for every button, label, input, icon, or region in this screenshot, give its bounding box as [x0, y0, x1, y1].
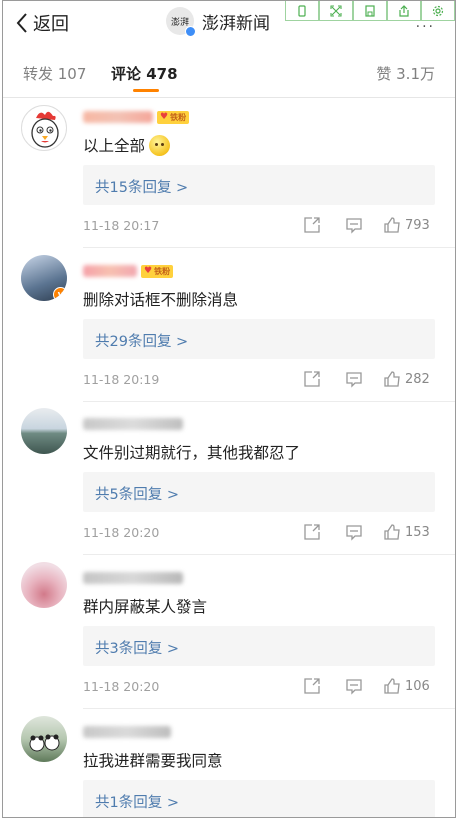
replies-count: 共15条回复 > [95, 180, 189, 196]
back-button[interactable]: 返回 [15, 10, 69, 36]
like-button[interactable]: 282 [383, 370, 430, 388]
thumbs-up-icon [384, 524, 400, 540]
phone-icon[interactable] [285, 1, 319, 21]
tab-bar: 转发 107 评论 478 赞 3.1万 [3, 55, 455, 93]
share-icon[interactable] [303, 677, 321, 695]
comment-text-row: 文件别过期就行，其他我都忍了 [83, 441, 300, 463]
replies-count: 共3条回复 > [95, 641, 179, 657]
tab-likes[interactable]: 赞 3.1万 [376, 63, 435, 84]
like-count: 153 [405, 524, 430, 540]
comment-text: 以上全部 [83, 137, 146, 155]
more-button[interactable]: ··· [416, 19, 435, 35]
like-count: 793 [405, 217, 430, 233]
like-count: 106 [405, 678, 430, 694]
source-logo-text: 澎湃 [170, 17, 189, 28]
fan-badge-label: 铁粉 [170, 112, 187, 122]
panda-avatar-icon [29, 734, 60, 752]
comment-meta: 11-18 20:20 106 [83, 677, 435, 697]
blurred-username [83, 418, 183, 430]
comment-text-row: 以上全部 [83, 134, 171, 156]
comment-icon[interactable] [345, 216, 363, 234]
comment-time: 11-18 20:20 [83, 525, 160, 540]
source-name: 澎湃新闻 [202, 13, 270, 34]
comment-separator [83, 708, 455, 709]
comment-icon[interactable] [345, 677, 363, 695]
source-account[interactable]: 澎湃 澎湃新闻 [166, 7, 270, 37]
replies-count: 共1条回复 > [95, 795, 179, 811]
chevron-left-icon [16, 13, 27, 33]
verified-icon [185, 26, 196, 37]
comment-text: 删除对话框不删除消息 [83, 291, 239, 309]
like-button[interactable]: 153 [383, 523, 430, 541]
like-count: 282 [405, 371, 430, 387]
comment-text: 文件别过期就行，其他我都忍了 [83, 444, 301, 462]
fan-badge: ♥ 铁粉 [157, 110, 190, 124]
replies-link[interactable]: 共1条回复 > [83, 780, 435, 817]
username[interactable]: ♥ 铁粉 [83, 110, 190, 124]
save-icon[interactable] [353, 1, 387, 21]
comment-text-row: 删除对话框不删除消息 [83, 288, 238, 310]
like-button[interactable]: 106 [383, 677, 430, 695]
source-avatar: 澎湃 [166, 7, 196, 37]
share-icon[interactable] [303, 370, 321, 388]
replies-link[interactable]: 共29条回复 > [83, 319, 435, 359]
rooster-avatar-icon [31, 111, 59, 148]
comment-icon[interactable] [345, 523, 363, 541]
replies-link[interactable]: 共15条回复 > [83, 165, 435, 205]
comment-meta: 11-18 20:20 153 [83, 523, 435, 543]
nav-bar: 返回 澎湃 澎湃新闻 ··· [3, 1, 455, 45]
username[interactable] [83, 417, 183, 431]
comment-time: 11-18 20:19 [83, 372, 160, 387]
fan-badge-label: 铁粉 [154, 266, 171, 276]
comment-text: 拉我进群需要我同意 [83, 752, 223, 770]
floating-toolbar [285, 1, 455, 21]
tab-repost[interactable]: 转发 107 [23, 63, 86, 84]
share-icon[interactable] [303, 523, 321, 541]
like-button[interactable]: 793 [383, 216, 430, 234]
thinking-emoji-icon [149, 134, 171, 156]
thumbs-up-icon [384, 217, 400, 233]
avatar[interactable] [21, 562, 67, 608]
username[interactable] [83, 725, 171, 739]
share-icon[interactable] [303, 216, 321, 234]
comment-time: 11-18 20:17 [83, 218, 160, 233]
avatar[interactable]: v [21, 255, 67, 301]
heart-icon: ♥ [144, 266, 153, 276]
expand-icon[interactable] [319, 1, 353, 21]
username[interactable] [83, 571, 183, 585]
username[interactable]: ♥ 铁粉 [83, 264, 174, 278]
blurred-username [83, 572, 183, 584]
comment-separator [83, 554, 455, 555]
heart-icon: ♥ [160, 112, 169, 122]
settings-icon[interactable] [421, 1, 455, 21]
comment-text: 群内屏蔽某人發言 [83, 598, 208, 616]
thumbs-up-icon [384, 678, 400, 694]
share-out-icon[interactable] [387, 1, 421, 21]
app-frame: 返回 澎湃 澎湃新闻 ··· 转发 107 评论 478 赞 3.1万 ♥ 铁粉… [2, 0, 456, 818]
back-label: 返回 [33, 14, 69, 35]
comment-separator [83, 401, 455, 402]
comment-meta: 11-18 20:17 793 [83, 216, 435, 236]
avatar[interactable] [21, 716, 67, 762]
thumbs-up-icon [384, 371, 400, 387]
comment-icon[interactable] [345, 370, 363, 388]
replies-link[interactable]: 共5条回复 > [83, 472, 435, 512]
blurred-username [83, 726, 171, 738]
replies-count: 共5条回复 > [95, 487, 179, 503]
avatar[interactable] [21, 408, 67, 454]
blurred-username [83, 265, 137, 277]
comment-text-row: 群内屏蔽某人發言 [83, 595, 207, 617]
comment-text-row: 拉我进群需要我同意 [83, 749, 223, 771]
replies-link[interactable]: 共3条回复 > [83, 626, 435, 666]
blurred-username [83, 111, 153, 123]
verified-v-icon: v [53, 287, 67, 301]
comment-meta: 11-18 20:19 282 [83, 370, 435, 390]
fan-badge: ♥ 铁粉 [141, 264, 174, 278]
avatar[interactable] [21, 105, 67, 151]
active-tab-indicator [133, 89, 159, 92]
divider [3, 97, 455, 98]
replies-count: 共29条回复 > [95, 334, 189, 350]
comment-time: 11-18 20:20 [83, 679, 160, 694]
comment-separator [83, 247, 455, 248]
